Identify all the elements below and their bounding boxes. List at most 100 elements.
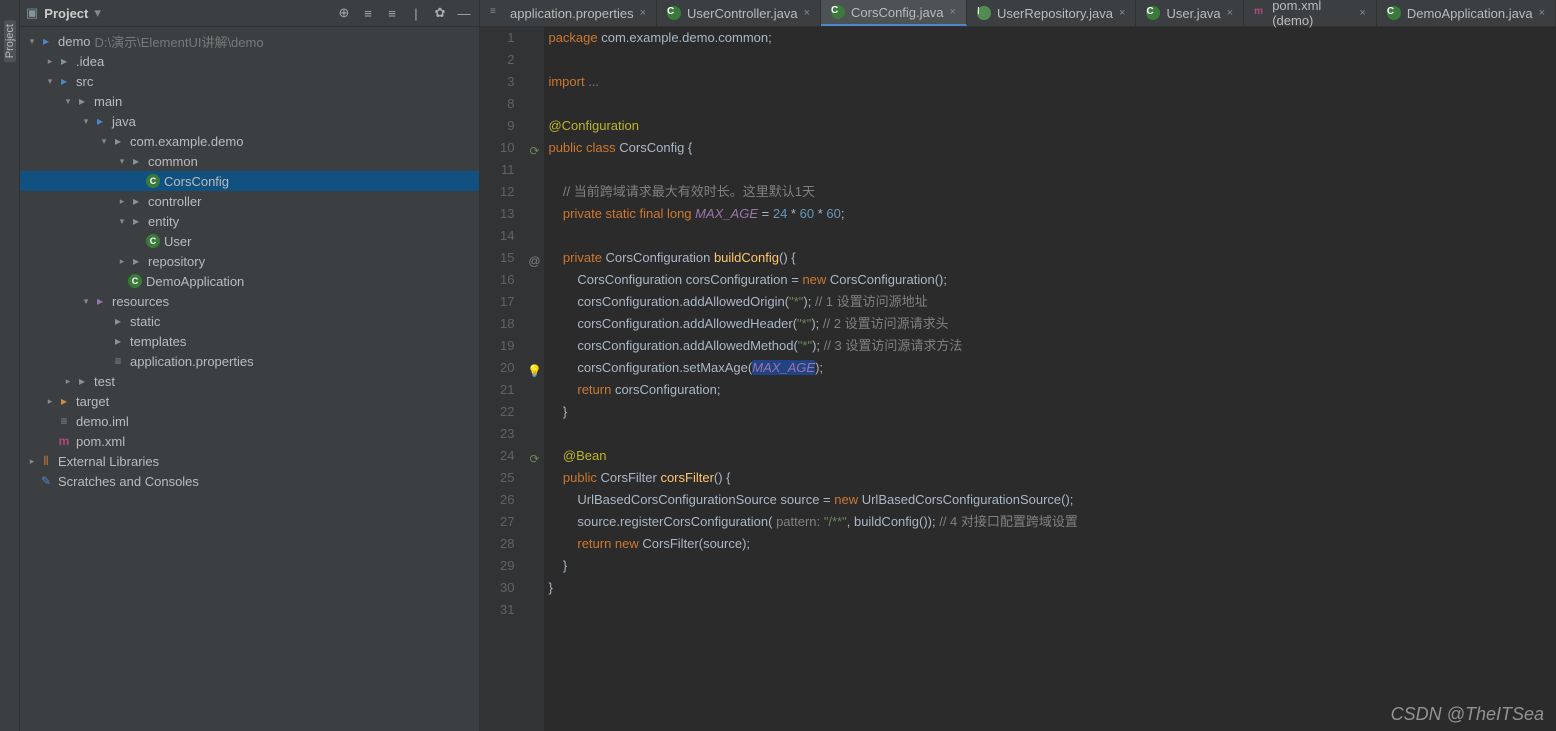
tree-item-src[interactable]: ▾▸src	[20, 71, 479, 91]
tab-application-properties[interactable]: ≡application.properties×	[480, 0, 657, 26]
expand-arrow-icon[interactable]: ▾	[44, 76, 56, 87]
code-line[interactable]: UrlBasedCorsConfigurationSource source =…	[548, 489, 1552, 511]
code-line[interactable]: private static final long MAX_AGE = 24 *…	[548, 203, 1552, 225]
tree-item-CorsConfig[interactable]: CCorsConfig	[20, 171, 479, 191]
gutter-icon[interactable]: @	[526, 250, 542, 266]
expand-arrow-icon[interactable]: ▸	[44, 396, 56, 407]
tree-item-application-properties[interactable]: ≡application.properties	[20, 351, 479, 371]
code-line[interactable]: corsConfiguration.addAllowedOrigin("*");…	[548, 291, 1552, 313]
tree-item-pom-xml[interactable]: mpom.xml	[20, 431, 479, 451]
expand-arrow-icon[interactable]: ▾	[80, 116, 92, 127]
tab-UserController-java[interactable]: CUserController.java×	[657, 0, 821, 26]
tab-DemoApplication-java[interactable]: CDemoApplication.java×	[1377, 0, 1556, 26]
code-line[interactable]: CorsConfiguration corsConfiguration = ne…	[548, 269, 1552, 291]
code-line[interactable]	[548, 49, 1552, 71]
expand-arrow-icon[interactable]: ▾	[80, 296, 92, 307]
expand-arrow-icon[interactable]: ▾	[98, 136, 110, 147]
close-icon[interactable]: ×	[950, 6, 956, 18]
gutter-icon[interactable]: ⟳	[526, 448, 542, 464]
tree-item-target[interactable]: ▸▸target	[20, 391, 479, 411]
tree-item-resources[interactable]: ▾▸resources	[20, 291, 479, 311]
tree-item-label: CorsConfig	[164, 174, 229, 189]
code-line[interactable]: import ...	[548, 71, 1552, 93]
tree-item--idea[interactable]: ▸▸.idea	[20, 51, 479, 71]
code-line[interactable]: public class CorsConfig {	[548, 137, 1552, 159]
line-number: 9	[500, 115, 514, 137]
expand-arrow-icon[interactable]: ▾	[62, 96, 74, 107]
settings-icon[interactable]: ✿	[431, 5, 449, 21]
tree-item-External-Libraries[interactable]: ▸⫴External Libraries	[20, 451, 479, 471]
code-line[interactable]: private CorsConfiguration buildConfig() …	[548, 247, 1552, 269]
code-line[interactable]	[548, 225, 1552, 247]
tree-item-static[interactable]: ▸static	[20, 311, 479, 331]
tree-item-java[interactable]: ▾▸java	[20, 111, 479, 131]
locate-icon[interactable]: ⊕	[335, 5, 353, 21]
close-icon[interactable]: ×	[1227, 7, 1233, 19]
editor-tabs: ≡application.properties× C UserController.…	[480, 0, 1556, 27]
tree-item-templates[interactable]: ▸templates	[20, 331, 479, 351]
line-number: 15	[500, 247, 514, 269]
code-line[interactable]: source.registerCorsConfiguration( patter…	[548, 511, 1552, 533]
code-line[interactable]	[548, 599, 1552, 621]
gutter-icon[interactable]: ⟳	[526, 140, 542, 156]
code-line[interactable]: public CorsFilter corsFilter() {	[548, 467, 1552, 489]
collapse-all-icon[interactable]: ≡	[383, 6, 401, 21]
tab-CorsConfig-java[interactable]: CCorsConfig.java×	[821, 0, 967, 26]
tree-item-main[interactable]: ▾▸main	[20, 91, 479, 111]
close-icon[interactable]: ×	[640, 7, 646, 19]
project-tool-button[interactable]: Project	[4, 20, 16, 62]
code-line[interactable]: }	[548, 401, 1552, 423]
expand-arrow-icon[interactable]: ▸	[62, 376, 74, 387]
code-line[interactable]: corsConfiguration.addAllowedHeader("*");…	[548, 313, 1552, 335]
folder-icon: ▸	[128, 213, 144, 229]
tree-item-repository[interactable]: ▸▸repository	[20, 251, 479, 271]
tree-item-demo[interactable]: ▾▸demoD:\演示\ElementUI讲解\demo	[20, 31, 479, 51]
close-icon[interactable]: ×	[1539, 7, 1545, 19]
code-line[interactable]	[548, 93, 1552, 115]
code-editor[interactable]: package com.example.demo.common; import .…	[544, 27, 1556, 731]
project-dropdown[interactable]: ▾	[94, 5, 101, 21]
expand-arrow-icon[interactable]: ▾	[116, 216, 128, 227]
code-line[interactable]: }	[548, 555, 1552, 577]
tree-item-demo-iml[interactable]: ≡demo.iml	[20, 411, 479, 431]
expand-all-icon[interactable]: ≡	[359, 6, 377, 21]
expand-arrow-icon[interactable]: ▸	[26, 456, 38, 467]
close-icon[interactable]: ×	[804, 7, 810, 19]
code-line[interactable]: corsConfiguration.setMaxAge(MAX_AGE);	[548, 357, 1552, 379]
tab-pom-xml--demo-[interactable]: mpom.xml (demo)×	[1244, 0, 1377, 26]
expand-arrow-icon[interactable]: ▸	[116, 256, 128, 267]
code-line[interactable]	[548, 423, 1552, 445]
tree-item-User[interactable]: CUser	[20, 231, 479, 251]
expand-arrow-icon[interactable]: ▸	[116, 196, 128, 207]
tab-label: UserController.java	[687, 6, 798, 21]
tree-item-controller[interactable]: ▸▸controller	[20, 191, 479, 211]
code-line[interactable]: return new CorsFilter(source);	[548, 533, 1552, 555]
code-line[interactable]: @Configuration	[548, 115, 1552, 137]
tree-item-entity[interactable]: ▾▸entity	[20, 211, 479, 231]
project-tree[interactable]: ▾▸demoD:\演示\ElementUI讲解\demo▸▸.idea▾▸src…	[20, 27, 479, 731]
code-line[interactable]: return corsConfiguration;	[548, 379, 1552, 401]
expand-arrow-icon[interactable]: ▸	[44, 56, 56, 67]
tab-UserRepository-java[interactable]: IUserRepository.java×	[967, 0, 1137, 26]
expand-arrow-icon[interactable]: ▾	[116, 156, 128, 167]
tree-item-test[interactable]: ▸▸test	[20, 371, 479, 391]
code-line[interactable]: }	[548, 577, 1552, 599]
line-number: 17	[500, 291, 514, 313]
tree-item-com-example-demo[interactable]: ▾▸com.example.demo	[20, 131, 479, 151]
tree-item-Scratches-and-Consoles[interactable]: ✎Scratches and Consoles	[20, 471, 479, 491]
gutter-icon[interactable]: 💡	[526, 360, 542, 376]
code-line[interactable]	[548, 159, 1552, 181]
folder-orange-icon: ▸	[56, 393, 72, 409]
code-line[interactable]: package com.example.demo.common;	[548, 27, 1552, 49]
code-line[interactable]: @Bean	[548, 445, 1552, 467]
code-line[interactable]: corsConfiguration.addAllowedMethod("*");…	[548, 335, 1552, 357]
java-c-icon: C	[1146, 6, 1160, 20]
tab-User-java[interactable]: CUser.java×	[1136, 0, 1244, 26]
tree-item-DemoApplication[interactable]: CDemoApplication	[20, 271, 479, 291]
expand-arrow-icon[interactable]: ▾	[26, 36, 38, 47]
code-line[interactable]: // 当前跨域请求最大有效时长。这里默认1天	[548, 181, 1552, 203]
tree-item-common[interactable]: ▾▸common	[20, 151, 479, 171]
hide-icon[interactable]: —	[455, 6, 473, 21]
close-icon[interactable]: ×	[1119, 7, 1125, 19]
close-icon[interactable]: ×	[1359, 7, 1365, 19]
